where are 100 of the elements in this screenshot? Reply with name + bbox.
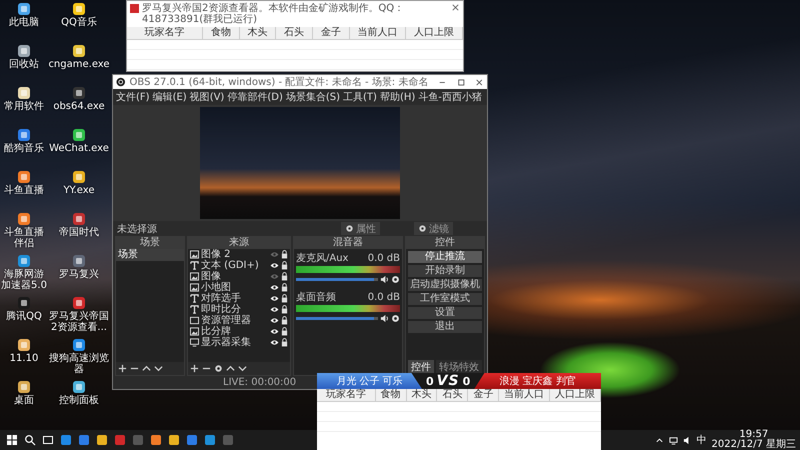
- speaker-icon[interactable]: [380, 314, 389, 323]
- control-button[interactable]: 退出: [408, 321, 482, 333]
- shortcut-icon[interactable]: [72, 128, 86, 142]
- column-header[interactable]: 玩家名字: [317, 389, 376, 401]
- move-up-icon[interactable]: [142, 364, 151, 373]
- lock-icon[interactable]: [281, 338, 288, 347]
- menu-item[interactable]: 视图(V): [190, 90, 224, 104]
- speaker-icon[interactable]: [380, 275, 389, 284]
- lock-icon[interactable]: [281, 305, 288, 314]
- shortcut-label[interactable]: 此电脑: [9, 17, 39, 28]
- control-button[interactable]: 启动虚拟摄像机: [408, 279, 482, 291]
- shortcut-label[interactable]: 腾讯QQ: [6, 311, 42, 322]
- lock-icon[interactable]: [281, 316, 288, 325]
- shortcut-icon[interactable]: [17, 44, 31, 58]
- lock-icon[interactable]: [281, 250, 288, 259]
- column-header[interactable]: 当前人口: [499, 389, 550, 401]
- scene-item[interactable]: 场景: [116, 249, 184, 261]
- shortcut-icon[interactable]: [17, 254, 31, 268]
- menu-item[interactable]: 停靠部件(D): [227, 90, 283, 104]
- taskbar-app-icon[interactable]: [60, 434, 72, 446]
- menu-item[interactable]: 工具(T): [343, 90, 377, 104]
- lock-icon[interactable]: [281, 327, 288, 336]
- source-item[interactable]: 图像 2: [201, 249, 268, 260]
- column-header[interactable]: 人口上限: [550, 389, 602, 401]
- source-item[interactable]: 对阵选手: [201, 293, 268, 304]
- menu-item[interactable]: 帮助(H): [380, 90, 416, 104]
- shortcut-label[interactable]: 海豚网游加速器5.0: [0, 269, 48, 291]
- source-item[interactable]: 即时比分: [201, 304, 268, 315]
- column-header[interactable]: 木头: [240, 27, 276, 39]
- eye-icon[interactable]: [270, 295, 279, 302]
- toolbar-button[interactable]: 属性: [341, 222, 380, 235]
- menu-item[interactable]: 文件(F): [116, 90, 150, 104]
- maximize-icon[interactable]: [456, 78, 466, 86]
- volume-slider[interactable]: [296, 278, 378, 281]
- add-icon[interactable]: [118, 364, 127, 373]
- lock-icon[interactable]: [281, 272, 288, 281]
- shortcut-label[interactable]: 酷狗音乐: [4, 143, 44, 154]
- task-view-icon[interactable]: [42, 434, 54, 446]
- eye-icon[interactable]: [270, 317, 279, 324]
- shortcut-icon[interactable]: [17, 380, 31, 394]
- menu-item[interactable]: 编辑(E): [152, 90, 187, 104]
- shortcut-label[interactable]: 罗马复兴: [59, 269, 99, 280]
- gear-icon[interactable]: [391, 314, 400, 323]
- shortcut-icon[interactable]: [72, 212, 86, 226]
- shortcut-icon[interactable]: [72, 44, 86, 58]
- menu-item[interactable]: 场景集合(S): [286, 90, 340, 104]
- menu-item[interactable]: 斗鱼-西西小猪: [418, 90, 482, 104]
- shortcut-label[interactable]: 罗马复兴帝国2资源查看...: [48, 311, 110, 333]
- column-header[interactable]: 人口上限: [406, 27, 463, 39]
- source-item[interactable]: 显示器采集: [201, 337, 268, 348]
- volume-slider[interactable]: [296, 317, 378, 320]
- shortcut-icon[interactable]: [17, 338, 31, 352]
- shortcut-icon[interactable]: [17, 170, 31, 184]
- shortcut-label[interactable]: 常用软件: [4, 101, 44, 112]
- shortcut-label[interactable]: QQ音乐: [61, 17, 97, 28]
- control-button[interactable]: 开始录制: [408, 265, 482, 277]
- dock-tab[interactable]: 转场特效: [436, 360, 482, 373]
- column-header[interactable]: 金子: [313, 27, 350, 39]
- input-method-indicator[interactable]: 中: [696, 433, 707, 447]
- source-item[interactable]: 资源管理器: [201, 315, 268, 326]
- add-icon[interactable]: [190, 364, 199, 373]
- toolbar-button[interactable]: 滤镜: [414, 222, 453, 235]
- move-up-icon[interactable]: [226, 364, 235, 373]
- taskbar-app-icon[interactable]: [204, 434, 216, 446]
- shortcut-icon[interactable]: [72, 2, 86, 16]
- shortcut-label[interactable]: 斗鱼直播: [4, 185, 44, 196]
- column-header[interactable]: 当前人口: [350, 27, 406, 39]
- eye-icon[interactable]: [270, 328, 279, 335]
- shortcut-label[interactable]: YY.exe: [63, 185, 95, 196]
- shortcut-label[interactable]: cngame.exe: [48, 59, 110, 70]
- search-icon[interactable]: [24, 434, 36, 446]
- move-down-icon[interactable]: [154, 364, 163, 373]
- control-button[interactable]: 设置: [408, 307, 482, 319]
- taskbar-app-icon[interactable]: [96, 434, 108, 446]
- column-header[interactable]: 石头: [437, 389, 468, 401]
- shortcut-icon[interactable]: [72, 380, 86, 394]
- column-header[interactable]: 石头: [276, 27, 314, 39]
- lock-icon[interactable]: [281, 283, 288, 292]
- windows-start-icon[interactable]: [6, 434, 18, 446]
- control-button[interactable]: 工作室模式: [408, 293, 482, 305]
- shortcut-label[interactable]: WeChat.exe: [49, 143, 109, 154]
- lock-icon[interactable]: [281, 294, 288, 303]
- taskbar-app-icon[interactable]: [186, 434, 198, 446]
- eye-icon[interactable]: [270, 339, 279, 346]
- shortcut-icon[interactable]: [72, 338, 86, 352]
- close-icon[interactable]: [451, 3, 460, 12]
- taskbar-app-icon[interactable]: [78, 434, 90, 446]
- taskbar-app-icon[interactable]: [168, 434, 180, 446]
- column-header[interactable]: 食物: [376, 389, 407, 401]
- column-header[interactable]: 木头: [406, 389, 438, 401]
- shortcut-icon[interactable]: [17, 128, 31, 142]
- eye-icon[interactable]: [270, 306, 279, 313]
- clock-date[interactable]: 2022/12/7 星期三: [712, 440, 796, 450]
- source-item[interactable]: 比分牌: [201, 326, 268, 337]
- close-icon[interactable]: [475, 78, 484, 86]
- taskbar-app-icon[interactable]: [150, 434, 162, 446]
- shortcut-label[interactable]: 桌面: [14, 395, 34, 406]
- control-button[interactable]: 停止推流: [408, 251, 482, 263]
- shortcut-icon[interactable]: [17, 2, 31, 16]
- shortcut-label[interactable]: 11.10: [10, 353, 38, 364]
